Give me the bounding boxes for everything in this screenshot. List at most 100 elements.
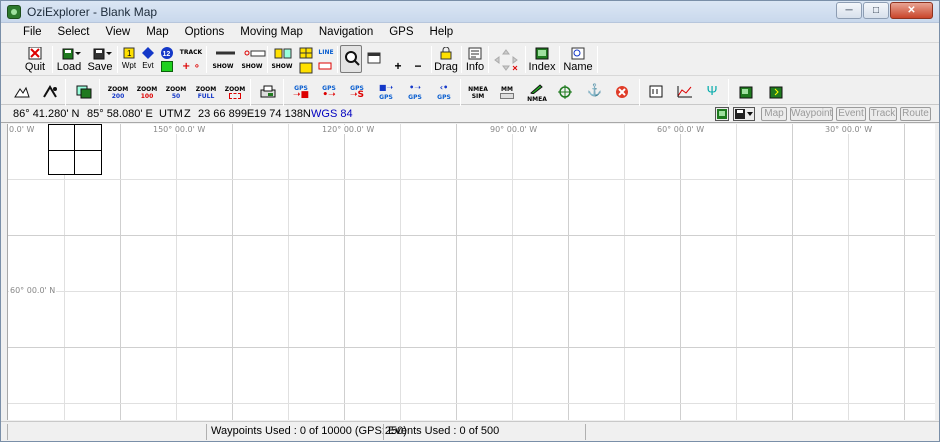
- index-label: Index: [528, 61, 556, 73]
- lon-label-60w: 60° 00.0' W: [656, 125, 706, 134]
- load-label: Load: [56, 61, 82, 73]
- lat-label-60n: 60° 00.0' N: [9, 286, 57, 295]
- signal-icon: Ψ: [706, 83, 718, 98]
- ozi-app-icon: [7, 5, 21, 19]
- load-button[interactable]: Load: [55, 45, 83, 73]
- layer-route-button[interactable]: Route: [900, 107, 931, 121]
- waypoints-used-status: Waypoints Used : 0 of 10000 (GPS:250): [206, 424, 407, 440]
- map-window-button[interactable]: [365, 45, 383, 73]
- save-button[interactable]: Save: [86, 45, 114, 73]
- show-routes-button[interactable]: SHOW: [238, 45, 266, 73]
- show-tracks-button[interactable]: SHOW: [209, 45, 235, 73]
- zoom-select-button[interactable]: ZOOM: [223, 78, 245, 106]
- zoom-in-button[interactable]: +: [391, 60, 405, 72]
- gps-download-tracks-button[interactable]: ‹• GPS: [432, 78, 454, 106]
- moving-map-button[interactable]: [11, 78, 31, 106]
- zoom-100-top: ZOOM: [136, 86, 158, 93]
- map-copy-button[interactable]: [73, 78, 93, 106]
- show-label-3: SHOW: [271, 63, 293, 70]
- menu-select[interactable]: Select: [50, 24, 98, 42]
- zone-label: Z: [184, 108, 191, 120]
- maximize-button[interactable]: □: [863, 2, 889, 19]
- lon-label-30w: 30° 00.0' W: [824, 125, 874, 134]
- gps-upload-routes-button[interactable]: GPS ➝S: [345, 78, 367, 106]
- map-switch-2-button[interactable]: [765, 78, 787, 106]
- nmea-record-button[interactable]: NMEA: [525, 78, 547, 106]
- index-button[interactable]: Index: [528, 45, 556, 73]
- longitude-readout: 85° 58.080' E: [87, 108, 153, 120]
- drag-button[interactable]: Drag: [434, 45, 458, 73]
- menu-options[interactable]: Options: [177, 24, 233, 42]
- data-window-button[interactable]: [645, 78, 667, 106]
- event-button[interactable]: Evt: [139, 45, 157, 73]
- window-controls: ─ □ ✕: [836, 2, 933, 19]
- track-line-icon: [215, 47, 235, 60]
- layer-waypoint-button[interactable]: Waypoint: [790, 107, 833, 121]
- easting-readout: 23 66 899E: [198, 108, 255, 120]
- nmea-sim-button[interactable]: NMEA SIM: [466, 78, 488, 106]
- center-map-button[interactable]: [554, 78, 576, 106]
- waypoint-button[interactable]: 1 Wpt: [120, 45, 138, 73]
- name-search-button[interactable]: Name: [563, 45, 593, 73]
- minimize-button[interactable]: ─: [836, 2, 862, 19]
- zoom-50-button[interactable]: ZOOM 50: [164, 78, 187, 106]
- gps-download-routes-button[interactable]: ■➝ GPS: [374, 78, 396, 106]
- gps-upload-tracks-button[interactable]: •➝ GPS: [403, 78, 425, 106]
- crosshair-icon: [558, 85, 572, 99]
- northing-readout: 19 74 138N: [254, 108, 311, 120]
- zoom-100-button[interactable]: ZOOM 100: [135, 78, 158, 106]
- zoom-in-icon: +: [394, 59, 402, 73]
- diamond-icon: [141, 47, 155, 60]
- zoom-200-button[interactable]: ZOOM 200: [106, 78, 129, 106]
- menu-moving-map[interactable]: Moving Map: [232, 24, 311, 42]
- quit-label: Quit: [24, 61, 46, 73]
- quit-button[interactable]: Quit: [21, 45, 49, 73]
- waypoint-list-button[interactable]: 12: [158, 45, 176, 73]
- print-button[interactable]: [257, 78, 277, 106]
- map-copy-icon: [76, 85, 92, 99]
- track-log-button[interactable]: [39, 78, 59, 106]
- map-grid-button[interactable]: [297, 45, 315, 74]
- save-map-dropdown-button[interactable]: [733, 107, 755, 121]
- gps-arrow-2-icon: •➝: [322, 90, 336, 100]
- track-button[interactable]: TRACK + ∘: [177, 45, 203, 73]
- anchor-alarm-button[interactable]: ⚓: [583, 78, 605, 106]
- gps-upload-waypoints-button[interactable]: GPS ➝■: [289, 78, 311, 106]
- show-label-2: SHOW: [241, 63, 263, 70]
- map-canvas[interactable]: 0.0' W 150° 00.0' W 120° 00.0' W 90° 00.…: [7, 124, 935, 420]
- menu-file[interactable]: File: [15, 24, 50, 42]
- pan-arrows-button: [491, 45, 521, 73]
- layer-map-button[interactable]: Map: [761, 107, 787, 121]
- moving-map-mm-button[interactable]: MM: [495, 78, 517, 106]
- line-button[interactable]: LINE: [316, 45, 334, 73]
- gps-arrow-6-icon: ‹•: [439, 83, 449, 92]
- status-panel-empty-2: [585, 424, 935, 440]
- gps-signal-button[interactable]: Ψ: [701, 78, 723, 106]
- zoom-full-button[interactable]: ZOOM FULL: [193, 78, 217, 106]
- map-switch-button[interactable]: [735, 78, 757, 106]
- info-button[interactable]: Info: [464, 45, 486, 73]
- load-icon: [62, 47, 81, 60]
- altitude-plot-button[interactable]: [673, 78, 695, 106]
- find-button[interactable]: [340, 45, 362, 73]
- layer-event-button[interactable]: Event: [836, 107, 866, 121]
- gps-download-waypoints-button[interactable]: GPS •➝: [317, 78, 339, 106]
- stop-button[interactable]: [611, 78, 633, 106]
- name-search-icon: [571, 47, 585, 60]
- menu-gps[interactable]: GPS: [381, 24, 421, 42]
- save-icon: [93, 47, 112, 60]
- overview-map-box[interactable]: [48, 124, 102, 175]
- close-button[interactable]: ✕: [890, 2, 933, 19]
- menu-map[interactable]: Map: [138, 24, 176, 42]
- line-label: LINE: [318, 49, 334, 56]
- route-line-icon: [244, 47, 266, 60]
- menu-navigation[interactable]: Navigation: [311, 24, 381, 42]
- menu-view[interactable]: View: [98, 24, 139, 42]
- map-tools-button[interactable]: SHOW: [270, 45, 293, 73]
- map-image-button[interactable]: [715, 107, 729, 121]
- gps-label-5: GPS: [408, 94, 422, 101]
- menu-help[interactable]: Help: [422, 24, 462, 42]
- layer-track-button[interactable]: Track: [869, 107, 897, 121]
- index-icon: [535, 47, 549, 60]
- zoom-out-button[interactable]: −: [411, 60, 425, 72]
